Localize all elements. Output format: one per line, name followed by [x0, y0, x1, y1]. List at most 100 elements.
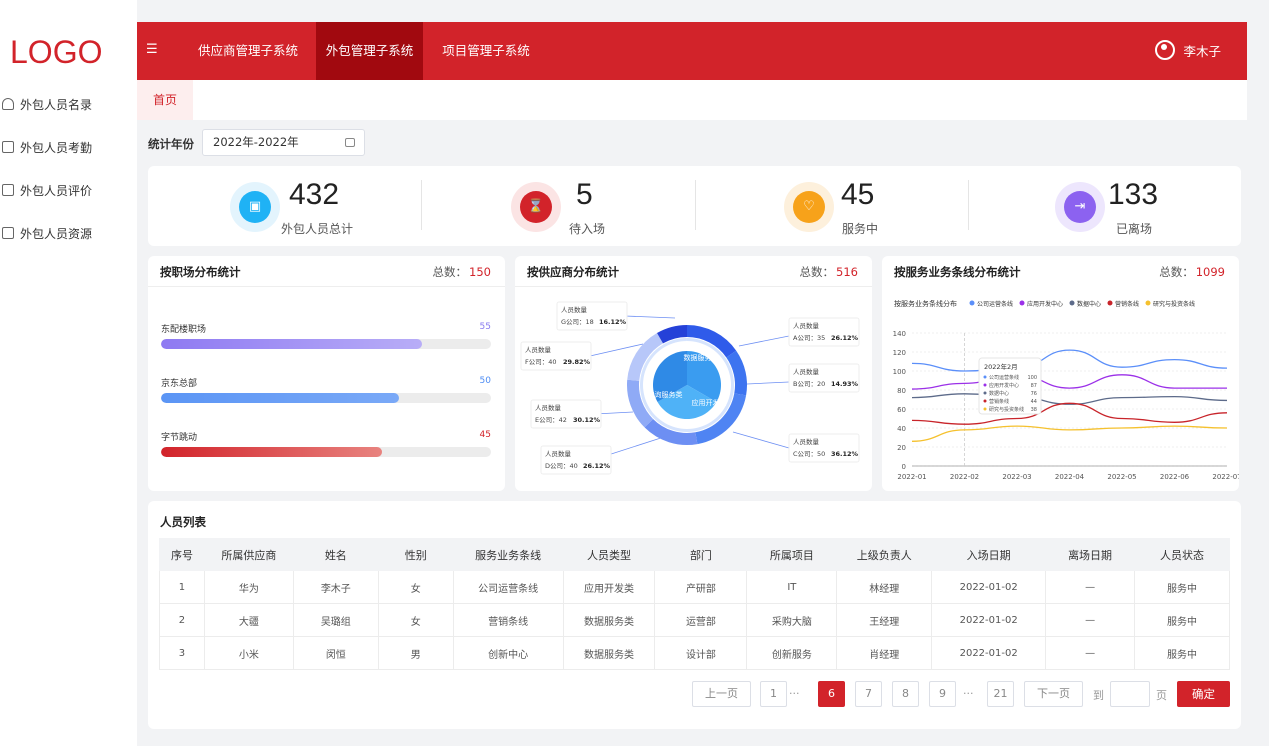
next-page-button[interactable]: 下一页	[1024, 681, 1083, 707]
table-cell: 2022-01-02	[931, 603, 1047, 637]
menu-toggle-icon[interactable]: ☰	[146, 43, 160, 57]
total-value: 150	[469, 265, 491, 279]
page-number-button[interactable]: 21	[987, 681, 1014, 707]
sidebar-item-resources[interactable]: 外包人员资源	[2, 223, 92, 243]
column-header[interactable]: 序号	[159, 538, 205, 571]
callout-line	[738, 335, 790, 347]
prev-page-button[interactable]: 上一页	[692, 681, 751, 707]
logo: LOGO	[10, 34, 103, 70]
table-row[interactable]: 1 华为 李木子女公司运营条线 应用开发类 产研部 IT 林经理 2022-01-02— 服务中	[159, 570, 1230, 604]
column-header[interactable]: 人员类型	[562, 538, 656, 571]
table-cell: 华为	[203, 570, 294, 604]
column-header[interactable]: 入场日期	[931, 538, 1047, 571]
table-row[interactable]: 2 大疆 吴璐组女营销条线 数据服务类 运营部 采购大脑 王经理 2022-01-02— 服务中	[159, 603, 1230, 637]
table-title: 人员列表	[160, 515, 206, 529]
total-label: 总数：	[1159, 265, 1194, 279]
series-line	[911, 349, 1228, 372]
x-tick-label: 2022-05	[1107, 473, 1136, 481]
tooltip-value: 44	[1031, 399, 1037, 405]
confirm-button[interactable]: 确定	[1177, 681, 1230, 707]
personnel-table: 序号 所属供应商 姓名 性别 服务业务条线 人员类型 部门 所属项目 上级负责人 入场日期 离场日期…	[159, 538, 1230, 670]
page-number-button[interactable]: 1	[760, 681, 787, 707]
callout-title: 人员数量	[535, 403, 562, 412]
column-header[interactable]: 离场日期	[1045, 538, 1136, 571]
stat-value: 5	[576, 178, 593, 211]
legend-marker	[1107, 300, 1113, 306]
box-icon: ▣	[239, 191, 271, 223]
column-header[interactable]: 服务业务条线	[452, 538, 564, 571]
table-cell: 服务中	[1134, 570, 1230, 604]
divider	[695, 180, 696, 230]
legend-marker	[1069, 300, 1075, 306]
table-cell: 营销条线	[452, 603, 564, 637]
total-label: 总数：	[799, 265, 835, 279]
table-row[interactable]: 3 小米 闵恒男创新中心 数据服务类 设计部 创新服务 肖经理 2022-01-02— 服务中	[159, 636, 1230, 670]
tab-project-system[interactable]: 项目管理子系统	[433, 22, 539, 80]
table-cell: IT	[746, 570, 838, 604]
tooltip-name: 研究与投资条线	[989, 406, 1024, 413]
business-line-chart: 按服务业务条线分布 公司运营条线 应用开发中心 数据中心 营销条线 研究与投资条线0204…	[893, 299, 1239, 481]
table-cell: 公司运营条线	[452, 570, 564, 604]
column-header[interactable]: 部门	[654, 538, 748, 571]
table-cell: 运营部	[654, 603, 748, 637]
page-number-button[interactable]: 6	[818, 681, 845, 707]
workplace-bar-fill	[161, 447, 383, 457]
stat-icon-bg: ⌛	[511, 182, 561, 232]
resource-icon	[2, 227, 14, 239]
page-number-button[interactable]: 9	[929, 681, 956, 707]
tab-outsourcing-system[interactable]: 外包管理子系统	[316, 22, 423, 80]
tab-supplier-system[interactable]: 供应商管理子系统	[185, 22, 311, 80]
callout-percent: 36.12%	[831, 450, 859, 458]
column-header[interactable]: 人员状态	[1134, 538, 1230, 571]
sidebar: LOGO 外包人员名录 外包人员考勤 外包人员评价 外包人员资源	[0, 0, 137, 746]
workplace-bar-fill	[161, 339, 422, 349]
page-tab-bar: 首页	[137, 80, 1247, 120]
sidebar-item-label: 外包人员资源	[20, 226, 93, 241]
table-cell: 1	[159, 570, 205, 604]
table-cell: 产研部	[654, 570, 748, 604]
legend-item: 公司运营条线	[977, 300, 1013, 308]
callout-title: 人员数量	[545, 449, 572, 458]
year-range-picker[interactable]: 2022年-2022年	[202, 129, 365, 156]
divider	[968, 180, 969, 230]
panel-total: 总数： 516	[800, 264, 858, 280]
callout-line	[589, 343, 644, 357]
donut-inner-label: 数据服务类	[684, 353, 719, 362]
stat-value: 45	[841, 178, 875, 211]
tooltip-name: 公司运营条线	[989, 374, 1019, 381]
legend-item: 数据中心	[1077, 300, 1101, 308]
user-menu[interactable]: 李木子	[1155, 40, 1221, 60]
column-header[interactable]: 所属供应商	[203, 538, 294, 571]
page-number-button[interactable]: 8	[892, 681, 919, 707]
sidebar-item-roster[interactable]: 外包人员名录	[2, 94, 92, 114]
panel-title: 按供应商分布统计	[527, 265, 619, 279]
workplace-bar-fill	[161, 393, 399, 403]
callout-line	[624, 315, 676, 319]
top-navbar: ☰ 供应商管理子系统 外包管理子系统 项目管理子系统 李木子	[137, 22, 1247, 80]
table-cell: 闵恒	[292, 636, 379, 670]
workplace-distribution-panel: 按职场分布统计 总数： 150 东配楼职场 55 京东总部 50 字节跳动 45	[148, 256, 505, 491]
column-header[interactable]: 上级负责人	[836, 538, 933, 571]
goto-page-input[interactable]	[1110, 681, 1150, 707]
x-tick-label: 2022-03	[1002, 473, 1031, 481]
tab-home[interactable]: 首页	[137, 80, 193, 120]
table-cell: —	[1045, 570, 1136, 604]
stat-pending: ⌛ 5 待入场	[511, 166, 711, 246]
hourglass-icon: ⌛	[520, 191, 552, 223]
sidebar-item-evaluation[interactable]: 外包人员评价	[2, 180, 92, 200]
page-number-button[interactable]: 7	[855, 681, 882, 707]
total-label: 总数：	[432, 265, 468, 279]
sidebar-item-attendance[interactable]: 外包人员考勤	[2, 137, 92, 157]
column-header[interactable]: 性别	[377, 538, 454, 571]
table-cell: 吴璐组	[292, 603, 379, 637]
column-header[interactable]: 所属项目	[746, 538, 838, 571]
workplace-name: 字节跳动	[161, 433, 198, 443]
year-filter-label: 统计年份	[148, 137, 194, 151]
workplace-value: 55	[479, 322, 491, 332]
tooltip-value: 100	[1027, 375, 1037, 381]
main-area: ☰ 供应商管理子系统 外包管理子系统 项目管理子系统 李木子 首页 统计年份 2…	[137, 0, 1269, 746]
y-tick-label: 60	[897, 406, 906, 414]
calendar-icon	[345, 138, 355, 147]
column-header[interactable]: 姓名	[292, 538, 379, 571]
x-tick-label: 2022-04	[1055, 473, 1085, 481]
